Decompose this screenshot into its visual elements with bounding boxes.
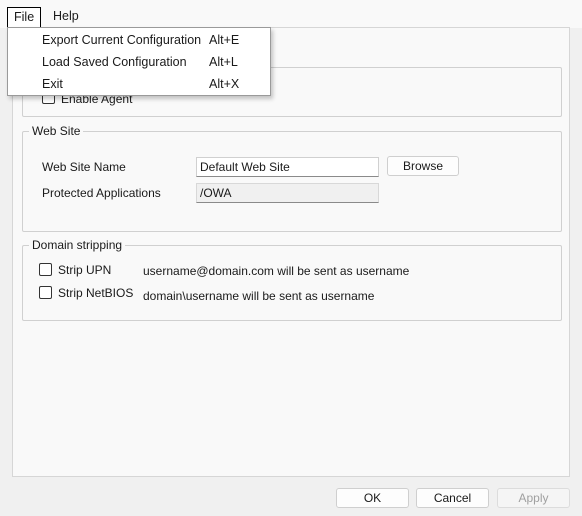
browse-button[interactable]: Browse xyxy=(387,156,459,176)
strip-netbios-checkbox[interactable] xyxy=(39,286,52,299)
strip-upn-checkbox[interactable] xyxy=(39,263,52,276)
web-site-group-title: Web Site xyxy=(29,124,84,138)
protected-applications-input[interactable] xyxy=(196,183,379,203)
web-site-group: Web Site Web Site Name Browse Protected … xyxy=(22,124,562,232)
web-site-name-label: Web Site Name xyxy=(42,160,126,174)
strip-netbios-label: Strip NetBIOS xyxy=(58,286,134,300)
menu-item-shortcut: Alt+X xyxy=(209,77,240,91)
menu-item-load-configuration[interactable]: Load Saved Configuration Alt+L xyxy=(8,51,270,73)
apply-button[interactable]: Apply xyxy=(497,488,570,508)
menu-item-shortcut: Alt+E xyxy=(209,33,240,47)
strip-upn-description: username@domain.com will be sent as user… xyxy=(143,264,410,278)
domain-stripping-group: Domain stripping Strip UPN username@doma… xyxy=(22,238,562,321)
web-site-name-input[interactable] xyxy=(196,157,379,177)
menu-item-shortcut: Alt+L xyxy=(209,55,238,69)
menu-file[interactable]: File xyxy=(7,7,42,27)
file-dropdown-menu: Export Current Configuration Alt+E Load … xyxy=(7,27,271,96)
domain-stripping-group-title: Domain stripping xyxy=(29,238,126,252)
menu-item-label: Export Current Configuration xyxy=(42,33,202,47)
cancel-button[interactable]: Cancel xyxy=(416,488,489,508)
strip-upn-label: Strip UPN xyxy=(58,263,112,277)
menu-item-label: Load Saved Configuration xyxy=(42,55,187,69)
menu-help[interactable]: Help xyxy=(45,7,87,27)
protected-applications-label: Protected Applications xyxy=(42,186,161,200)
menu-bar: File Help xyxy=(0,0,582,28)
menu-item-export-configuration[interactable]: Export Current Configuration Alt+E xyxy=(8,29,270,51)
ok-button[interactable]: OK xyxy=(336,488,409,508)
menu-item-exit[interactable]: Exit Alt+X xyxy=(8,73,270,95)
menu-item-label: Exit xyxy=(42,77,63,91)
strip-netbios-description: domain\username will be sent as username xyxy=(143,289,375,303)
